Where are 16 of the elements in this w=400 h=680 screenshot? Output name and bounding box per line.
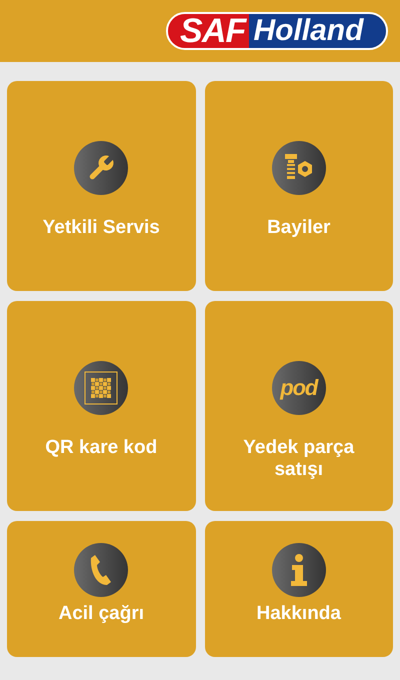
tile-label: Yetkili Servis: [42, 217, 160, 239]
pod-logo: pod: [280, 377, 318, 399]
tile-label: QR kare kod: [45, 437, 158, 459]
tile-label: Hakkında: [256, 603, 341, 625]
menu-tile[interactable]: Bayiler: [204, 81, 393, 291]
menu-tile[interactable]: pod Yedek parça satışı: [204, 301, 393, 511]
brand-logo: SAF Holland: [166, 12, 388, 50]
menu-tile[interactable]: Acil çağrı: [7, 521, 196, 657]
menu-tile[interactable]: Hakkında: [204, 521, 393, 657]
tile-label: Yedek parça satışı: [242, 437, 356, 481]
tile-label: Acil çağrı: [58, 603, 144, 625]
info-icon: [288, 553, 309, 587]
checkerboard-icon: [84, 371, 118, 405]
menu-tile[interactable]: Yetkili Servis: [7, 81, 196, 291]
menu-tile[interactable]: QR kare kod: [7, 301, 196, 511]
tile-label: Bayiler: [267, 217, 330, 239]
